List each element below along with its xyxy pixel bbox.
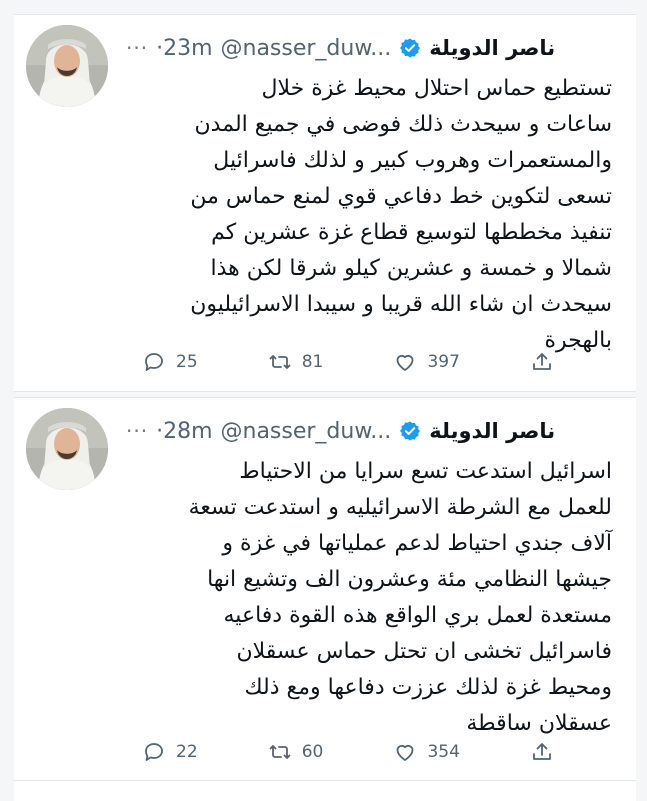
tweet-text-line: تسعى لتكوين خط دفاعي قوي لمنع حماس من — [190, 184, 612, 209]
author-handle[interactable]: @nasser_duw... — [221, 419, 392, 444]
tweet-text-line: للعمل مع الشرطة الاسرائيليه و استدعت تسع… — [188, 495, 612, 520]
tweet-actions: 22 60 354 — [142, 737, 554, 767]
avatar[interactable] — [26, 408, 108, 490]
like-button[interactable]: 354 — [393, 740, 460, 764]
tweet-header: ··· ·28m @nasser_duw... ناصر الدويلة — [126, 416, 624, 446]
tweet-text-line: تستطيع حماس احتلال محيط غزة خلال — [261, 76, 612, 101]
tweet-text-line: ومحيط غزة لذلك عززت دفاعها ومع ذلك — [244, 675, 612, 700]
avatar-image — [26, 25, 108, 107]
next-tweet-edge — [14, 780, 636, 801]
reply-icon — [145, 353, 163, 371]
author-name[interactable]: ناصر الدويلة — [429, 36, 555, 60]
like-icon — [397, 744, 414, 761]
share-button[interactable] — [530, 350, 554, 374]
tweet-text-line: فاسرائيل تخشى ان تحتل حماس عسقلان — [236, 639, 612, 664]
avatar-image — [26, 408, 108, 490]
reply-button[interactable]: 25 — [142, 350, 198, 374]
author-name[interactable]: ناصر الدويلة — [429, 419, 555, 443]
tweet-text-line: مستعدة لعمل بري الواقع هذه القوة دفاعيه — [223, 603, 612, 628]
like-button[interactable]: 397 — [393, 350, 460, 374]
tweet-text-line: جيشها النظامي مئة وعشرون الف وتشيع انها — [207, 567, 612, 592]
tweet-header: ··· ·23m @nasser_duw... ناصر الدويلة — [126, 33, 624, 63]
avatar[interactable] — [26, 25, 108, 107]
reply-button[interactable]: 22 — [142, 740, 198, 764]
like-count: 354 — [427, 742, 460, 762]
retweet-button[interactable]: 81 — [268, 350, 324, 374]
timestamp[interactable]: ·28m — [156, 419, 212, 444]
tweet-text-line: آلاف جندي احتياط لدعم عملياتها في غزة و — [222, 531, 612, 556]
reply-count: 25 — [176, 352, 198, 372]
tweet-text-line: ساعات و سيحدث ذلك فوضى في جميع المدن — [194, 112, 612, 137]
retweet-count: 81 — [301, 352, 324, 372]
timeline: ··· ·23m @nasser_duw... ناصر الدويلة تست… — [0, 0, 647, 801]
reply-icon — [145, 743, 163, 761]
tweet-text: تستطيع حماس احتلال محيط غزة خلال ساعات و… — [118, 71, 612, 359]
tweet-text-line: والمستعمرات وهروب كبير و لذلك فاسرائيل — [213, 148, 612, 173]
retweet-count: 60 — [301, 742, 324, 762]
retweet-icon — [269, 355, 291, 369]
tweet[interactable]: ··· ·23m @nasser_duw... ناصر الدويلة تست… — [14, 14, 636, 392]
retweet-button[interactable]: 60 — [268, 740, 324, 764]
tweet-text-line: اسرائيل استدعت تسع سرايا من الاحتياط — [239, 459, 612, 484]
verified-badge-icon — [400, 421, 421, 441]
verified-badge-icon — [400, 38, 421, 58]
more-options-icon[interactable]: ··· — [126, 36, 148, 60]
tweet[interactable]: ··· ·28m @nasser_duw... ناصر الدويلة اسر… — [14, 397, 636, 782]
reply-count: 22 — [176, 742, 198, 762]
share-icon — [533, 353, 551, 370]
like-icon — [397, 354, 414, 371]
timestamp[interactable]: ·23m — [156, 36, 212, 61]
tweet-text: اسرائيل استدعت تسع سرايا من الاحتياط للع… — [118, 454, 612, 742]
retweet-icon — [269, 745, 291, 759]
tweet-text-line: تنفيذ مخططها لتوسيع قطاع غزة عشرين كم — [211, 220, 612, 245]
like-count: 397 — [427, 352, 460, 372]
more-options-icon[interactable]: ··· — [126, 419, 148, 443]
author-handle[interactable]: @nasser_duw... — [221, 36, 392, 61]
share-icon — [533, 743, 551, 760]
tweet-text-line: شمالا و خمسة و عشرين كيلو شرقا لكن هذا — [210, 256, 612, 281]
tweet-actions: 25 81 397 — [142, 347, 554, 377]
share-button[interactable] — [530, 740, 554, 764]
tweet-text-line: سيحدث ان شاء الله قريبا و سيبدا الاسرائي… — [190, 292, 612, 317]
